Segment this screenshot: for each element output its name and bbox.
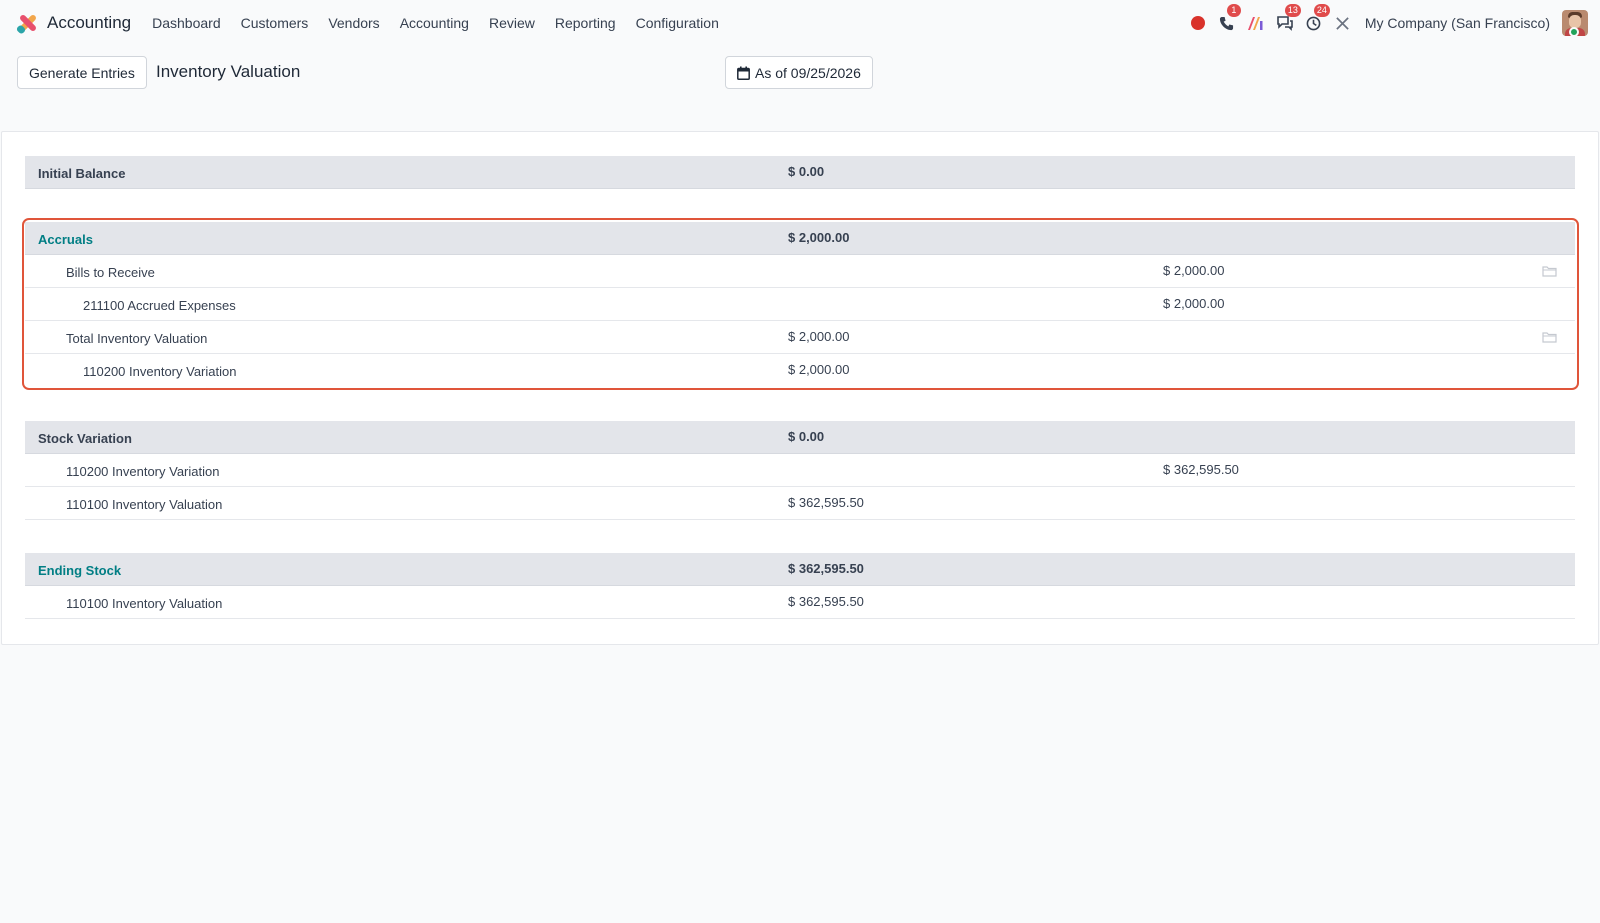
top-navbar: Accounting Dashboard Customers Vendors A… [0,0,1600,46]
section-title: Stock Variation [38,431,132,446]
line-value-debit: $ 362,595.50 [788,495,864,510]
clock-icon[interactable]: 24 [1304,4,1330,33]
phone-badge: 1 [1226,4,1241,17]
date-filter-label: As of 09/25/2026 [755,64,861,81]
menu-review[interactable]: Review [489,15,535,31]
page-title: Inventory Valuation [156,62,301,81]
menu-vendors[interactable]: Vendors [328,15,379,31]
line-label: 110100 Inventory Valuation [66,497,223,512]
report-line[interactable]: 110100 Inventory Valuation $ 362,595.50 [25,586,1575,619]
calendar-icon [737,66,750,80]
menu-customers[interactable]: Customers [241,15,309,31]
date-filter-button[interactable]: As of 09/25/2026 [725,56,873,89]
chat-icon[interactable]: 13 [1275,4,1301,33]
section-title: Ending Stock [38,563,122,578]
tools-icon[interactable] [1333,13,1353,33]
line-value-debit: $ 362,595.50 [788,594,864,609]
section-value: $ 362,595.50 [788,561,864,576]
app-logo-icon[interactable] [15,12,38,35]
section-value: $ 0.00 [788,164,825,179]
menu-configuration[interactable]: Configuration [636,15,719,31]
online-status-dot [1569,27,1579,37]
company-switcher[interactable]: My Company (San Francisco) [1365,15,1550,31]
line-label: 110100 Inventory Valuation [66,596,223,611]
chat-badge: 13 [1284,4,1301,17]
menu-accounting[interactable]: Accounting [400,15,469,31]
section-stock-variation[interactable]: Stock Variation $ 0.00 [25,421,1575,454]
section-initial-balance[interactable]: Initial Balance $ 0.00 [25,156,1575,189]
accruals-highlight-box [22,218,1579,390]
section-ending-stock[interactable]: Ending Stock $ 362,595.50 [25,553,1575,586]
report-line[interactable]: 110200 Inventory Variation $ 362,595.50 [25,454,1575,487]
section-value: $ 0.00 [788,429,825,444]
menu-reporting[interactable]: Reporting [555,15,616,31]
ai-icon[interactable] [1246,13,1266,33]
generate-entries-button[interactable]: Generate Entries [17,56,147,89]
line-label: 110200 Inventory Variation [66,464,220,479]
section-title: Initial Balance [38,166,126,181]
systray: 1 13 24 My Company (San Francisco) [1179,0,1588,46]
line-value-credit: $ 362,595.50 [1163,462,1239,477]
activity-badge: 24 [1313,4,1330,17]
report-line[interactable]: 110100 Inventory Valuation $ 362,595.50 [25,487,1575,520]
record-dot-icon[interactable] [1188,13,1208,33]
app-name[interactable]: Accounting [47,13,131,33]
phone-icon[interactable]: 1 [1217,4,1241,33]
menu-dashboard[interactable]: Dashboard [152,15,221,31]
